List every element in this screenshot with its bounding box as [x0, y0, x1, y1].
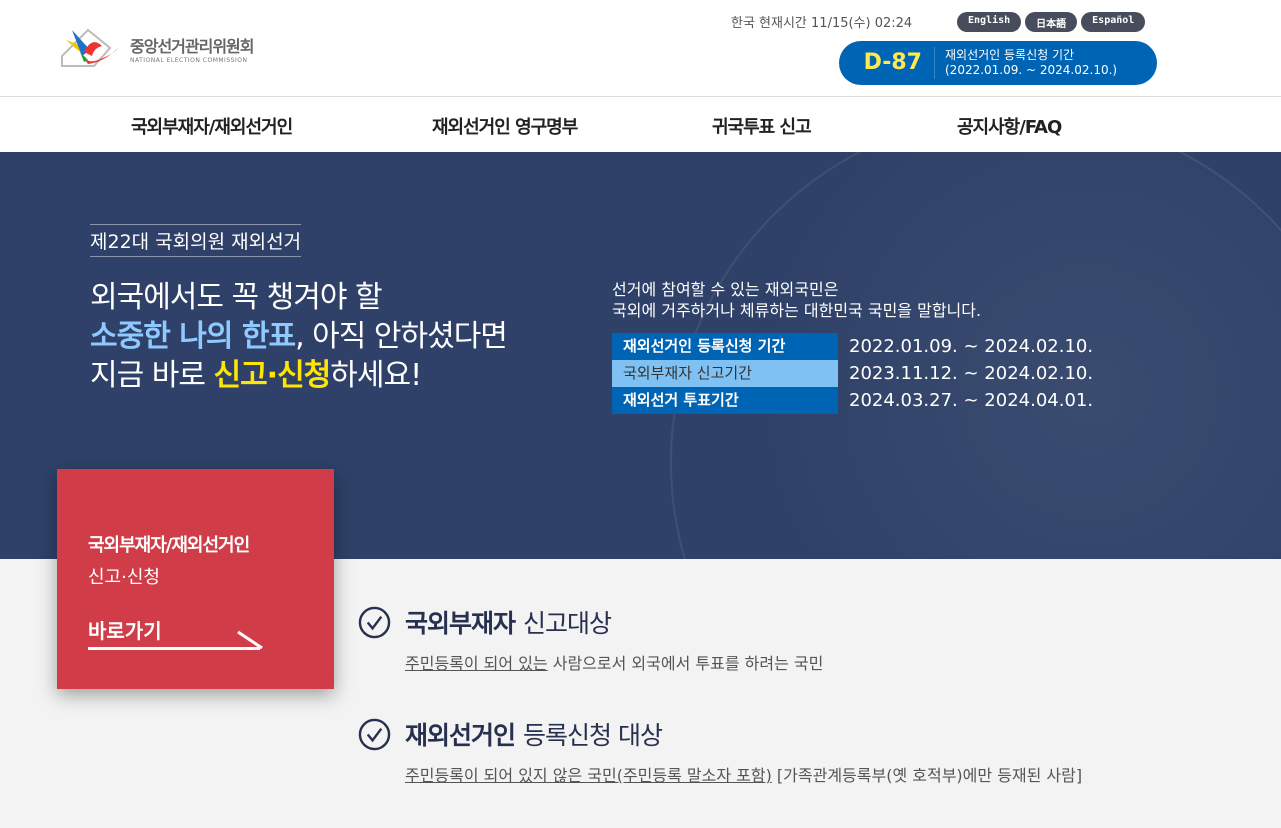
logo-title: 중앙선거관리위원회: [130, 36, 254, 56]
desc-line2: 국외에 거주하거나 체류하는 대한민국 국민을 말합니다.: [612, 301, 982, 320]
banner-headline: 외국에서도 꼭 챙겨야 할 소중한 나의 한표, 아직 안하셨다면 지금 바로 …: [90, 278, 508, 395]
target-absentee: 국외부재자 신고대상 주민등록이 되어 있는 사람으로서 외국에서 투표를 하려는…: [358, 604, 823, 674]
nav-notice-faq[interactable]: 공지사항/FAQ: [957, 113, 1062, 139]
period-label: 국외부재자 신고기간: [612, 360, 838, 387]
check-circle-icon: [358, 718, 391, 750]
period-dates: 2023.11.12. ~ 2024.02.10.: [849, 363, 1094, 384]
headline-line3-pre: 지금 바로: [90, 358, 214, 393]
target-title-bold: 국외부재자: [405, 609, 516, 638]
headline-highlight-yellow: 신고·신청: [213, 358, 331, 393]
headline-line2: , 아직 안하셨다면: [295, 319, 508, 354]
main-nav: 국외부재자/재외선거인 재외선거인 영구명부 귀국투표 신고 공지사항/FAQ: [0, 97, 1281, 152]
target-overseas-voter: 재외선거인 등록신청 대상 주민등록이 되어 있지 않은 국민(주민등록 말소자 …: [358, 716, 1082, 786]
target-title: 신고대상: [523, 609, 612, 638]
banner-description: 선거에 참여할 수 있는 재외국민은국외에 거주하거나 체류하는 대한민국 국민…: [612, 279, 981, 321]
go-link[interactable]: 바로가기: [88, 615, 263, 650]
apply-card[interactable]: 국외부재자/재외선거인 신고·신청 바로가기: [57, 469, 334, 689]
target-title-bold: 재외선거인: [405, 721, 516, 750]
target-title: 등록신청 대상: [523, 721, 663, 750]
arrow-head-icon: [237, 630, 263, 650]
target-desc: 사람으로서 외국에서 투표를 하려는 국민: [547, 654, 824, 673]
check-circle-icon: [358, 606, 391, 638]
language-selector: English 日本語 Español: [957, 12, 1146, 32]
banner-subtitle: 제22대 국회의원 재외선거: [90, 224, 302, 257]
headline-highlight: 소중한 나의 한표: [90, 319, 296, 354]
card-subtitle: 신고·신청: [88, 567, 160, 588]
target-desc: [가족관계등록부(옛 호적부)에만 등재된 사람]: [771, 766, 1083, 785]
dday-badge: D-87 재외선거인 등록신청 기간 (2022.01.09. ~ 2024.02…: [839, 41, 1157, 85]
desc-line1: 선거에 참여할 수 있는 재외국민은: [612, 280, 839, 299]
period-row: 국외부재자 신고기간 2023.11.12. ~ 2024.02.10.: [612, 360, 1093, 387]
dday-count: D-87: [839, 47, 935, 79]
lang-japanese-button[interactable]: 日本語: [1025, 12, 1078, 32]
go-label: 바로가기: [88, 619, 162, 643]
period-dates: 2022.01.09. ~ 2024.02.10.: [849, 336, 1094, 357]
dday-range: (2022.01.09. ~ 2024.02.10.): [945, 63, 1118, 77]
nav-absentee-overseas[interactable]: 국외부재자/재외선거인: [131, 113, 293, 139]
dday-label: 재외선거인 등록신청 기간: [945, 48, 1075, 62]
nav-permanent-register[interactable]: 재외선거인 영구명부: [432, 113, 578, 139]
headline-line1: 외국에서도 꼭 챙겨야 할: [90, 280, 383, 315]
logo-subtitle: NATIONAL ELECTION COMMISSION: [130, 56, 248, 64]
current-time: 한국 현재시간 11/15(수) 02:24: [731, 16, 913, 31]
nav-return-vote[interactable]: 귀국투표 신고: [712, 113, 812, 139]
period-label: 재외선거인 등록신청 기간: [612, 333, 838, 360]
target-link[interactable]: 주민등록이 되어 있지 않은 국민(주민등록 말소자 포함): [405, 766, 772, 785]
card-title: 국외부재자/재외선거인: [88, 535, 250, 556]
lang-spanish-button[interactable]: Español: [1081, 12, 1146, 32]
period-dates: 2024.03.27. ~ 2024.04.01.: [849, 390, 1094, 411]
headline-line3-post: 하세요!: [330, 358, 422, 393]
period-row: 재외선거 투표기간 2024.03.27. ~ 2024.04.01.: [612, 387, 1093, 414]
target-link[interactable]: 주민등록이 되어 있는: [405, 654, 548, 673]
logo-bird-icon: [61, 28, 118, 67]
lang-english-button[interactable]: English: [957, 12, 1022, 32]
period-label: 재외선거 투표기간: [612, 387, 838, 414]
period-table: 재외선거인 등록신청 기간 2022.01.09. ~ 2024.02.10. 국…: [612, 333, 1093, 414]
header: 중앙선거관리위원회 NATIONAL ELECTION COMMISSION 한국…: [0, 0, 1281, 97]
logo[interactable]: 중앙선거관리위원회 NATIONAL ELECTION COMMISSION: [58, 26, 254, 70]
period-row: 재외선거인 등록신청 기간 2022.01.09. ~ 2024.02.10.: [612, 333, 1093, 360]
